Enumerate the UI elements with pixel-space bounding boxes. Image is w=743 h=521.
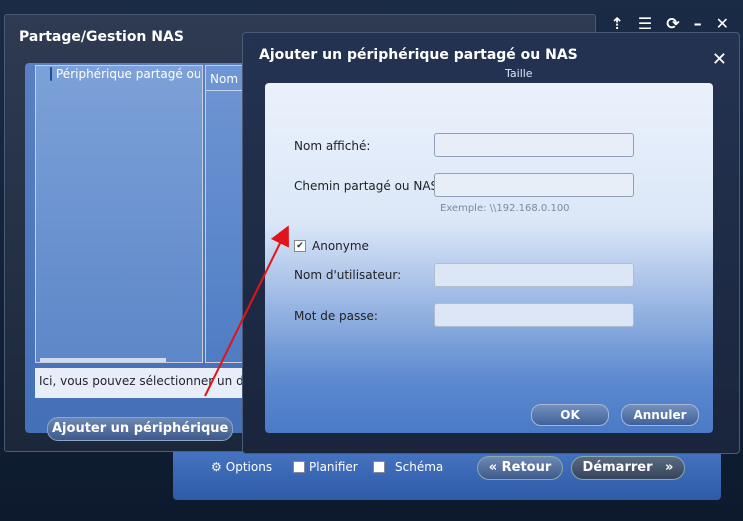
annotation-arrow	[204, 225, 289, 397]
arrow-line	[204, 225, 289, 397]
